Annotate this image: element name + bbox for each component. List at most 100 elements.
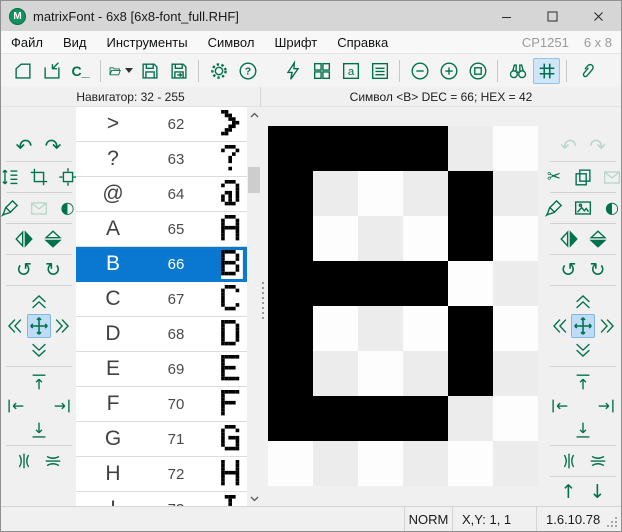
pixel-r2-c1[interactable]: [268, 171, 313, 216]
shift-down-glyph-button[interactable]: [571, 339, 595, 363]
shift-up-font-button[interactable]: [27, 289, 51, 313]
snap-top-glyph-button[interactable]: [571, 370, 595, 394]
pixel-r4-c4[interactable]: [403, 261, 448, 306]
pixel-r6-c4[interactable]: [403, 351, 448, 396]
paint-font-button[interactable]: [1, 196, 22, 220]
pixel-r8-c4[interactable]: [403, 441, 448, 486]
pixel-r8-c1[interactable]: [268, 441, 313, 486]
invert-glyph-button[interactable]: ◐: [600, 196, 621, 220]
char-row-66[interactable]: B66: [76, 247, 247, 282]
pixel-r7-c5[interactable]: [448, 396, 493, 441]
center-horizontal-glyph-button[interactable]: [557, 449, 581, 473]
pixel-r2-c3[interactable]: [358, 171, 403, 216]
center-horizontal-font-button[interactable]: [12, 449, 36, 473]
pixel-r4-c2[interactable]: [313, 261, 358, 306]
pixel-r2-c4[interactable]: [403, 171, 448, 216]
flip-vertical-glyph-button[interactable]: [586, 227, 610, 251]
pixel-r8-c2[interactable]: [313, 441, 358, 486]
dropdown-arrow-icon[interactable]: [125, 68, 133, 73]
zoom-out-button[interactable]: [406, 58, 433, 84]
menu-item-font[interactable]: Шрифт: [264, 31, 327, 53]
char-row-71[interactable]: G71: [76, 422, 247, 457]
previous-char-button[interactable]: ↑: [557, 480, 581, 504]
rotate-right-font-button[interactable]: ↻: [41, 258, 65, 282]
pixel-r5-c1[interactable]: [268, 306, 313, 351]
zoom-fit-button[interactable]: [464, 58, 491, 84]
toggle-grid-button[interactable]: [533, 58, 560, 84]
new-font-button[interactable]: [9, 58, 36, 84]
snap-top-font-button[interactable]: [27, 370, 51, 394]
char-row-64[interactable]: @64: [76, 177, 247, 212]
minimize-button[interactable]: [483, 1, 529, 31]
center-vertical-font-button[interactable]: [41, 449, 65, 473]
rotate-left-glyph-button[interactable]: ↺: [557, 258, 581, 282]
menu-item-help[interactable]: Справка: [327, 31, 398, 53]
pixel-r5-c4[interactable]: [403, 306, 448, 351]
crop-font-button[interactable]: [27, 165, 51, 189]
pixel-r1-c2[interactable]: [313, 126, 358, 171]
snap-left-font-button[interactable]: [4, 394, 28, 418]
char-map-button[interactable]: [308, 58, 335, 84]
menu-item-symbol[interactable]: Символ: [198, 31, 265, 53]
scrollbar-thumb[interactable]: [248, 167, 260, 193]
save-font-as-button[interactable]: [165, 58, 192, 84]
menu-item-file[interactable]: Файл: [1, 31, 53, 53]
shift-move-font-button[interactable]: [27, 314, 51, 338]
snap-right-glyph-button[interactable]: [594, 394, 618, 418]
undo-font-button[interactable]: ↶: [12, 134, 36, 158]
shift-left-glyph-button[interactable]: [547, 314, 571, 338]
help-button[interactable]: ?: [234, 58, 261, 84]
resize-grip[interactable]: [615, 525, 617, 527]
menu-item-tools[interactable]: Инструменты: [97, 31, 198, 53]
effects-button[interactable]: [279, 58, 306, 84]
char-row-62[interactable]: >62: [76, 107, 247, 142]
snap-bottom-glyph-button[interactable]: [571, 418, 595, 442]
snap-right-font-button[interactable]: [50, 394, 74, 418]
pixel-r5-c2[interactable]: [313, 306, 358, 351]
pixel-r5-c3[interactable]: [358, 306, 403, 351]
close-button[interactable]: [575, 1, 621, 31]
pixel-r6-c1[interactable]: [268, 351, 313, 396]
pixel-r6-c6[interactable]: [493, 351, 538, 396]
menu-item-view[interactable]: Вид: [53, 31, 97, 53]
shift-up-glyph-button[interactable]: [571, 289, 595, 313]
settings-button[interactable]: [205, 58, 232, 84]
pixel-r1-c4[interactable]: [403, 126, 448, 171]
pixel-r1-c6[interactable]: [493, 126, 538, 171]
pixel-r7-c1[interactable]: [268, 396, 313, 441]
pixel-r4-c6[interactable]: [493, 261, 538, 306]
paint-glyph-button[interactable]: [542, 196, 566, 220]
char-row-65[interactable]: A65: [76, 212, 247, 247]
pixel-r5-c5[interactable]: [448, 306, 493, 351]
pixel-r6-c3[interactable]: [358, 351, 403, 396]
pixel-r8-c5[interactable]: [448, 441, 493, 486]
pixel-r7-c4[interactable]: [403, 396, 448, 441]
pixel-r7-c6[interactable]: [493, 396, 538, 441]
pixel-r4-c5[interactable]: [448, 261, 493, 306]
flip-vertical-font-button[interactable]: [41, 227, 65, 251]
char-row-70[interactable]: F70: [76, 387, 247, 422]
char-row-73[interactable]: I73: [76, 492, 247, 506]
pixel-r4-c1[interactable]: [268, 261, 313, 306]
pixel-r7-c2[interactable]: [313, 396, 358, 441]
character-list-scrollbar[interactable]: [247, 107, 261, 506]
center-vertical-glyph-button[interactable]: [586, 449, 610, 473]
zoom-in-button[interactable]: [435, 58, 462, 84]
pixel-r3-c2[interactable]: [313, 216, 358, 261]
save-font-button[interactable]: [136, 58, 163, 84]
char-range-button[interactable]: C_: [67, 58, 94, 84]
char-row-67[interactable]: C67: [76, 282, 247, 317]
char-row-63[interactable]: ?63: [76, 142, 247, 177]
import-image-glyph-button[interactable]: [571, 196, 595, 220]
flip-horizontal-font-button[interactable]: [12, 227, 36, 251]
pixel-r3-c4[interactable]: [403, 216, 448, 261]
pixel-r5-c6[interactable]: [493, 306, 538, 351]
pixel-r6-c5[interactable]: [448, 351, 493, 396]
next-char-button[interactable]: ↓: [586, 480, 610, 504]
rotate-left-font-button[interactable]: ↺: [12, 258, 36, 282]
pixel-r3-c1[interactable]: [268, 216, 313, 261]
redo-font-button[interactable]: ↷: [41, 134, 65, 158]
find-char-button[interactable]: [504, 58, 531, 84]
pixel-r2-c2[interactable]: [313, 171, 358, 216]
pixel-r4-c3[interactable]: [358, 261, 403, 306]
